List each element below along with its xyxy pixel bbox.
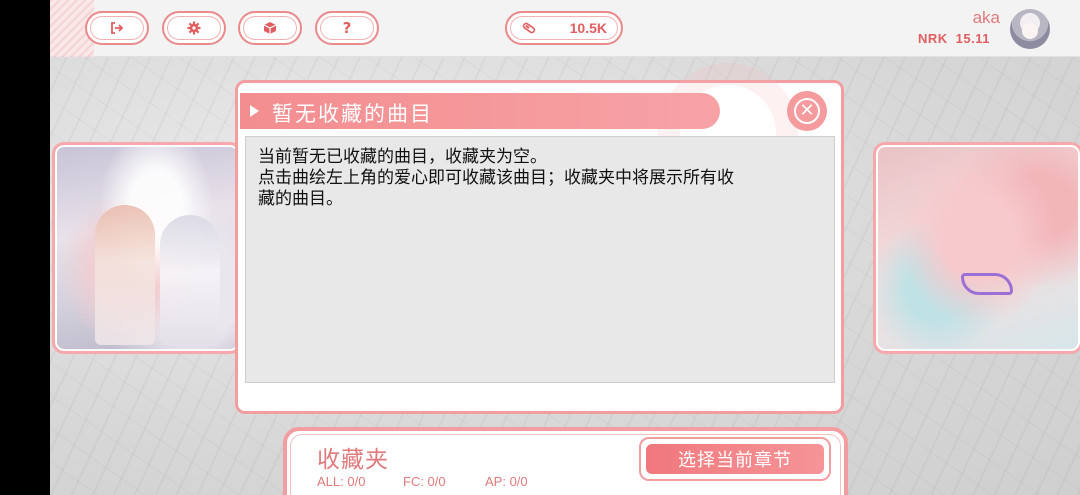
dialog-message: 当前暂无已收藏的曲目，收藏夹为空。 点击曲绘左上角的爱心即可收藏该曲目；收藏夹中…	[245, 136, 835, 383]
favorites-panel: 收藏夹 ALL: 0/0 FC: 0/0 AP: 0/0 选择当前章节	[283, 427, 848, 495]
exit-icon	[111, 22, 124, 34]
top-bar: ? 10.5K aka NRK 15.11	[50, 0, 1080, 57]
player-rating: NRK 15.11	[918, 31, 990, 46]
avatar-face	[1022, 23, 1038, 39]
close-button[interactable]: ✕	[787, 91, 827, 131]
select-current-chapter-button[interactable]: 选择当前章节	[639, 437, 831, 481]
game-screen: ? 10.5K aka NRK 15.11 暂无收藏的曲目 ✕ 当前暂无已收藏的…	[50, 0, 1080, 495]
cover-character-right	[160, 215, 220, 345]
stat-full-combo: FC: 0/0	[403, 474, 446, 489]
help-button[interactable]: ?	[315, 11, 379, 45]
exit-button[interactable]	[85, 11, 149, 45]
package-button[interactable]	[238, 11, 302, 45]
message-line: 当前暂无已收藏的曲目，收藏夹为空。	[258, 147, 547, 167]
data-counter[interactable]: 10.5K	[505, 11, 623, 45]
data-amount: 10.5K	[569, 20, 607, 36]
folder-title: 收藏夹	[317, 447, 389, 473]
data-chip-icon	[522, 22, 536, 34]
question-icon: ?	[342, 18, 352, 37]
gear-icon	[187, 21, 201, 35]
avatar[interactable]	[1010, 9, 1050, 49]
cover-character-left	[95, 205, 155, 345]
cube-icon	[263, 22, 277, 34]
stat-all-perfect: AP: 0/0	[485, 474, 528, 489]
settings-button[interactable]	[162, 11, 226, 45]
message-line: 点击曲绘左上角的爱心即可收藏该曲目；收藏夹中将展示所有收	[258, 168, 734, 188]
player-name: aka	[972, 8, 1000, 27]
dialog-header: 暂无收藏的曲目	[240, 93, 720, 129]
stat-all: ALL: 0/0	[317, 474, 366, 489]
select-chapter-label: 选择当前章节	[646, 444, 824, 474]
song-cover-left[interactable]	[52, 142, 242, 354]
rating-label: NRK	[918, 31, 948, 46]
empty-favorites-dialog: 暂无收藏的曲目 ✕ 当前暂无已收藏的曲目，收藏夹为空。 点击曲绘左上角的爱心即可…	[235, 63, 844, 414]
cover-bow	[961, 273, 1013, 295]
message-line: 藏的曲目。	[258, 189, 343, 209]
triangle-icon	[250, 105, 259, 117]
dialog-title: 暂无收藏的曲目	[272, 102, 433, 126]
close-circle-icon: ✕	[794, 98, 820, 124]
song-cover-right[interactable]	[873, 142, 1080, 354]
rating-value: 15.11	[955, 31, 990, 46]
